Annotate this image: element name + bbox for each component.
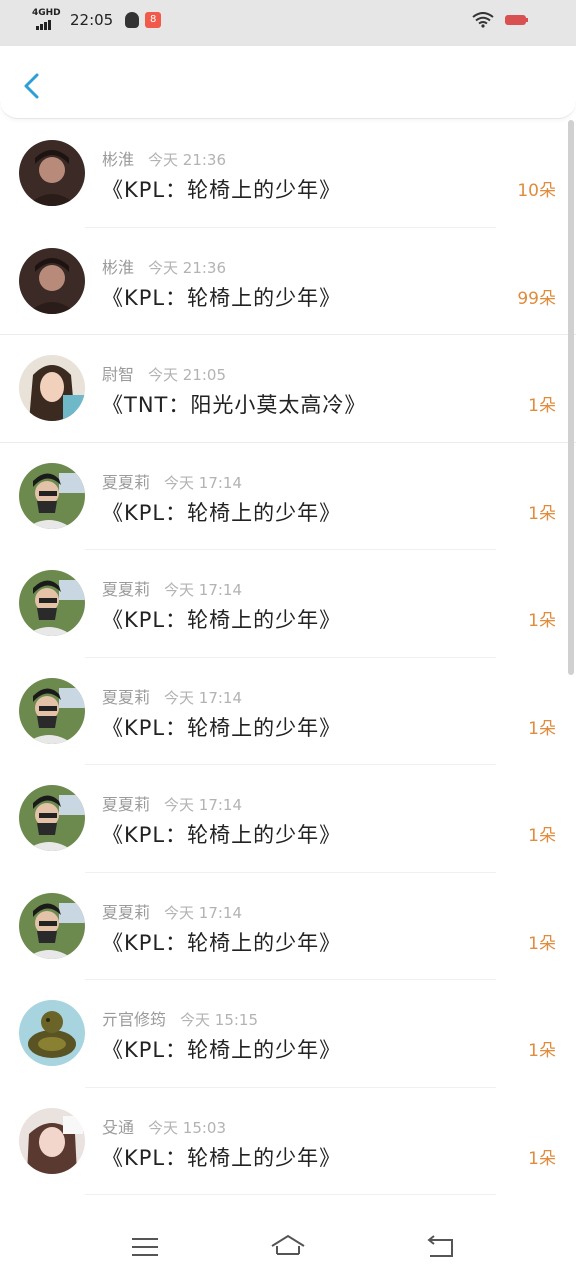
work-title: 《KPL：轮椅上的少年》	[102, 608, 342, 632]
flower-count: 1朵	[528, 826, 556, 846]
work-title: 《KPL：轮椅上的少年》	[102, 500, 342, 525]
network-label: 4GHD	[32, 8, 61, 18]
flower-count: 1朵	[528, 611, 556, 631]
item-meta: 夏夏莉 今天 17:14	[102, 791, 242, 815]
flower-count: 10朵	[517, 181, 556, 201]
list-item[interactable]: 彬淮 今天 21:36 《KPL：轮椅上的少年》 10朵	[0, 120, 576, 228]
home-icon[interactable]	[270, 1232, 306, 1262]
work-title: 《KPL：轮椅上的少年》	[102, 1145, 342, 1170]
chevron-left-icon[interactable]	[18, 70, 46, 102]
list-item[interactable]: 彬淮 今天 21:36 《KPL：轮椅上的少年》 99朵	[0, 228, 576, 335]
list-item[interactable]: 夏夏莉 今天 17:14 《KPL：轮椅上的少年》 1朵	[0, 658, 576, 765]
sender-name: 夏夏莉	[102, 902, 151, 922]
work-title: 《KPL：轮椅上的少年》	[102, 930, 342, 955]
flower-count: 1朵	[528, 1148, 556, 1169]
work-title: 《KPL：轮椅上的少年》	[102, 1038, 342, 1062]
status-right	[472, 12, 530, 28]
item-meta: 亓官修筠 今天 15:15	[102, 1006, 258, 1030]
avatar[interactable]	[19, 1000, 85, 1066]
sender-name: 彬淮	[102, 257, 135, 277]
list-item[interactable]: 夏夏莉 今天 17:14 《KPL：轮椅上的少年》 1朵	[0, 873, 576, 980]
timestamp: 今天 17:14	[164, 903, 243, 922]
sender-name: 尉智	[102, 365, 135, 384]
list-item[interactable]: 殳通 今天 15:03 《KPL：轮椅上的少年》 1朵	[0, 1088, 576, 1195]
item-meta: 尉智 今天 21:05	[102, 361, 226, 385]
qq-icon	[125, 12, 140, 28]
timestamp: 今天 17:14	[164, 796, 243, 814]
avatar[interactable]	[19, 785, 85, 851]
work-title: 《KPL：轮椅上的少年》	[102, 178, 342, 202]
sender-name: 亓官修筠	[102, 1010, 167, 1029]
flower-count: 99朵	[517, 288, 556, 309]
sender-name: 夏夏莉	[102, 687, 151, 707]
avatar[interactable]	[19, 677, 85, 744]
work-title: 《KPL：轮椅上的少年》	[102, 823, 342, 847]
list-item[interactable]: 夏夏莉 今天 17:14 《KPL：轮椅上的少年》 1朵	[0, 765, 576, 873]
flower-count: 1朵	[528, 718, 556, 739]
status-left: 4GHD 22:05 8	[32, 8, 162, 30]
work-title: 《TNT：阳光小莫太高冷》	[102, 393, 367, 417]
item-meta: 彬淮 今天 21:36	[102, 254, 226, 278]
list-item[interactable]: 夏夏莉 今天 17:14 《KPL：轮椅上的少年》 1朵	[0, 550, 576, 658]
timestamp: 今天 21:36	[148, 258, 227, 277]
avatar[interactable]	[19, 462, 85, 529]
status-bar: 4GHD 22:05 8	[0, 0, 576, 46]
list-item[interactable]: 亓官修筠 今天 15:15 《KPL：轮椅上的少年》 1朵	[0, 980, 576, 1088]
timestamp: 今天 15:15	[180, 1011, 259, 1029]
item-meta: 夏夏莉 今天 17:14	[102, 469, 242, 493]
list-item[interactable]: 尉智 今天 21:05 《TNT：阳光小莫太高冷》 1朵	[0, 335, 576, 443]
back-arrow-icon[interactable]	[422, 1232, 458, 1262]
status-time: 22:05	[70, 11, 114, 29]
avatar[interactable]	[19, 140, 85, 206]
timestamp: 今天 15:03	[148, 1118, 227, 1137]
timestamp: 今天 17:14	[164, 581, 243, 599]
app-notification-icon: 8	[145, 12, 162, 28]
timestamp: 今天 21:36	[148, 151, 227, 169]
sender-name: 彬淮	[102, 150, 135, 169]
list-item[interactable]: 夏夏莉 今天 17:14 《KPL：轮椅上的少年》 1朵	[0, 443, 576, 550]
flower-count: 1朵	[528, 503, 556, 524]
flower-count: 1朵	[528, 933, 556, 954]
avatar[interactable]	[19, 892, 85, 959]
timestamp: 今天 21:05	[148, 366, 227, 384]
work-title: 《KPL：轮椅上的少年》	[102, 285, 342, 310]
sender-name: 夏夏莉	[102, 472, 151, 492]
item-meta: 夏夏莉 今天 17:14	[102, 684, 242, 708]
wifi-icon	[472, 12, 494, 28]
sender-name: 殳通	[102, 1117, 135, 1137]
cellular-signal-icon: 4GHD	[32, 8, 61, 30]
item-meta: 夏夏莉 今天 17:14	[102, 899, 242, 923]
item-meta: 殳通 今天 15:03	[102, 1114, 226, 1138]
gift-record-list: 彬淮 今天 21:36 《KPL：轮椅上的少年》 10朵 彬淮 今天 21:36 《KPL：…	[0, 120, 576, 1210]
sender-name: 夏夏莉	[102, 795, 151, 814]
avatar[interactable]	[19, 247, 85, 314]
divider	[85, 1194, 496, 1195]
avatar[interactable]	[19, 570, 85, 636]
work-title: 《KPL：轮椅上的少年》	[102, 715, 342, 740]
timestamp: 今天 17:14	[164, 688, 243, 707]
scrollbar[interactable]	[568, 120, 574, 675]
menu-icon[interactable]	[127, 1232, 163, 1262]
avatar[interactable]	[19, 355, 85, 421]
battery-icon	[505, 15, 528, 25]
timestamp: 今天 17:14	[164, 473, 243, 492]
item-meta: 彬淮 今天 21:36	[102, 146, 226, 170]
top-bar	[0, 46, 576, 119]
system-nav-bar	[0, 1210, 576, 1280]
flower-count: 1朵	[528, 1041, 556, 1061]
sender-name: 夏夏莉	[102, 580, 151, 599]
item-meta: 夏夏莉 今天 17:14	[102, 576, 242, 600]
flower-count: 1朵	[528, 396, 556, 416]
avatar[interactable]	[19, 1107, 85, 1174]
